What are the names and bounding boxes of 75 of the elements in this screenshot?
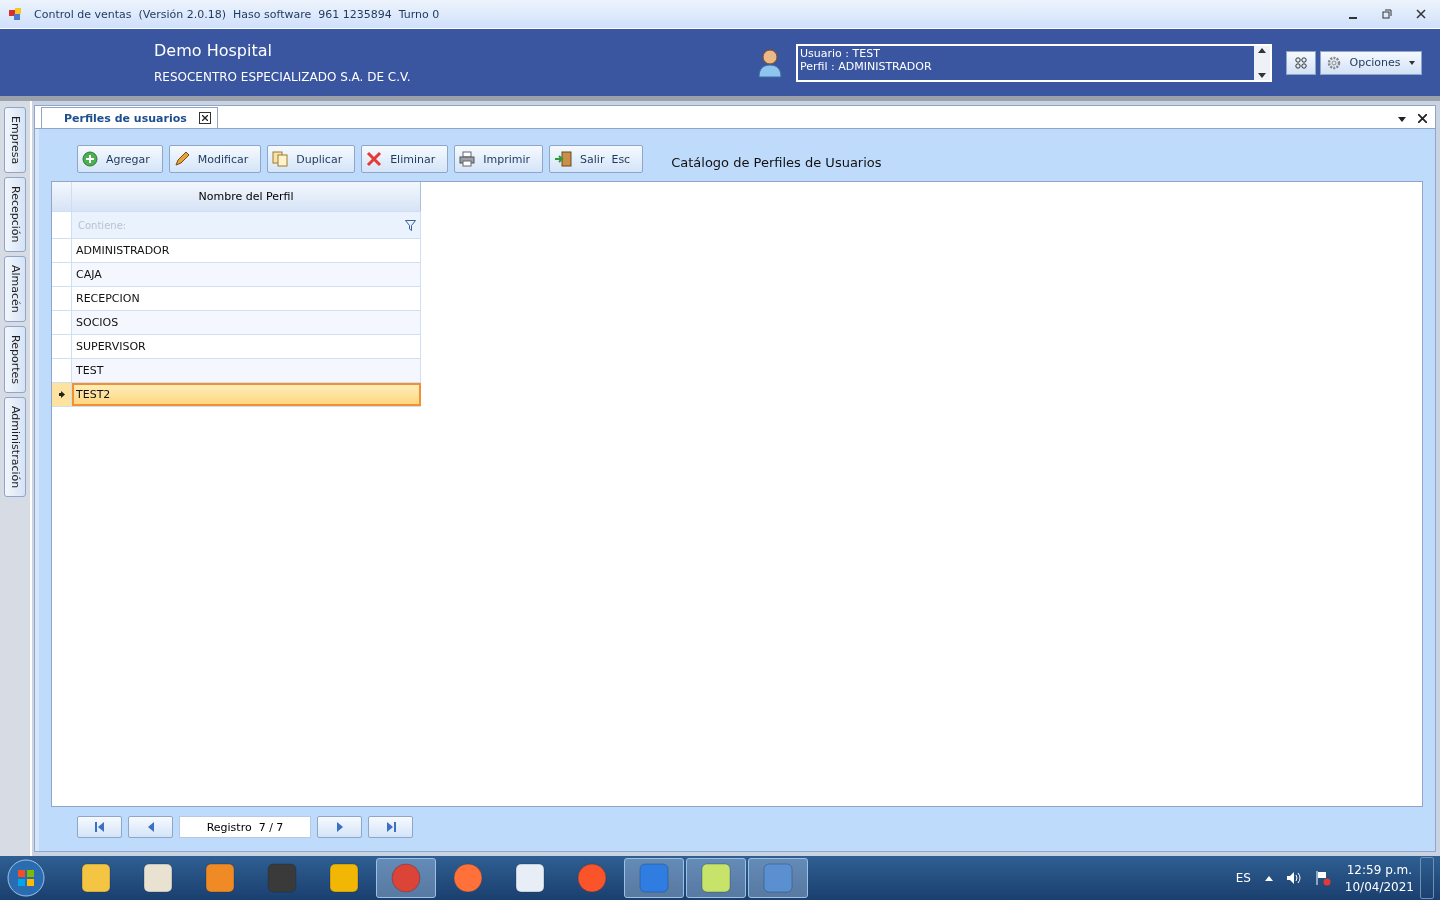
table-cell[interactable]: SOCIOS (72, 311, 421, 334)
language-indicator: ES (1235, 871, 1251, 885)
next-record-button[interactable] (317, 816, 362, 838)
toolbar-button[interactable]: Imprimir (454, 145, 544, 173)
app-icon (203, 861, 237, 895)
close-icon[interactable] (1418, 114, 1427, 123)
side-tab[interactable]: Reportes (4, 325, 26, 393)
four-dots-icon (1295, 56, 1307, 69)
caret-icon (1409, 60, 1415, 65)
plus-circle-icon (82, 151, 98, 167)
user-avatar-icon (758, 47, 782, 78)
pencil-icon (173, 151, 190, 167)
window-title: Control de ventas (Versión 2.0.18) Haso software 961 1235894 Turno 0 (34, 7, 441, 21)
app-icon (637, 861, 671, 895)
app-icon (761, 861, 795, 895)
printer-icon (459, 151, 476, 167)
close-icon (1416, 9, 1426, 19)
company-subtitle: RESOCENTRO ESPECIALIZADO S.A. DE C.V. (154, 70, 412, 84)
windows-logo-icon (6, 858, 46, 898)
show-hidden-icons-icon[interactable] (1264, 875, 1273, 881)
minimize-icon (1349, 17, 1357, 19)
toolbar-button[interactable]: Salir Esc (549, 145, 644, 173)
triangle-right-icon (335, 822, 344, 832)
row-pointer-icon (58, 391, 65, 398)
scroll-down-icon[interactable] (1258, 72, 1266, 78)
options-button[interactable]: Opciones (1320, 50, 1422, 75)
tab-label: Perfiles de usuarios (64, 111, 187, 125)
toolbar-button[interactable]: Eliminar (361, 145, 449, 173)
company-name: Demo Hospital (154, 41, 273, 60)
door-exit-icon (554, 151, 573, 167)
side-tab[interactable]: Almacén (4, 255, 26, 322)
first-record-button[interactable] (77, 816, 122, 838)
start-button[interactable] (6, 858, 46, 898)
app-icon (327, 861, 361, 895)
dropdown-arrow-icon[interactable] (1398, 117, 1406, 122)
speaker-icon[interactable] (1286, 872, 1301, 884)
clock[interactable]: 12:59 p.m. 10/04/2021 (1344, 862, 1414, 894)
side-tab[interactable]: Empresa (4, 107, 26, 174)
tab-close-button[interactable] (198, 112, 211, 124)
user-info-line: Usuario : TEST (800, 46, 881, 60)
show-desktop-button[interactable] (1420, 857, 1434, 899)
user-info-line: Perfil : ADMINISTRADOR (800, 59, 933, 73)
record-counter: Registro 7 / 7 (179, 816, 311, 838)
toolbar-button[interactable]: Modificar (168, 145, 262, 173)
app-icon (699, 861, 733, 895)
side-tab[interactable]: Recepción (4, 177, 26, 252)
app-icon (141, 861, 175, 895)
cross-icon (366, 151, 383, 167)
side-tab[interactable]: Administración (4, 396, 26, 497)
triangle-left-icon (146, 822, 155, 832)
table-cell[interactable]: CAJA (72, 263, 421, 286)
table-cell[interactable]: TEST (72, 359, 421, 382)
app-icon (513, 861, 547, 895)
scrollbar[interactable] (1254, 45, 1270, 80)
last-record-button[interactable] (368, 816, 413, 838)
app-icon (265, 861, 299, 895)
toolbar-button[interactable]: Duplicar (267, 145, 356, 173)
scroll-up-icon[interactable] (1258, 47, 1266, 53)
previous-record-button[interactable] (128, 816, 173, 838)
filter-icon (405, 219, 416, 231)
toolbar-button[interactable]: Agregar (77, 145, 163, 173)
table-cell[interactable]: TEST2 (72, 383, 421, 406)
skip-last-icon (385, 822, 396, 832)
gear-icon (1327, 55, 1341, 70)
restore-icon (1382, 9, 1392, 19)
documents-icon (272, 151, 289, 167)
document-tab[interactable]: Perfiles de usuarios (41, 107, 218, 128)
grid-button[interactable] (1286, 50, 1316, 75)
catalog-title: Catálogo de Perfiles de Usuarios (671, 154, 882, 170)
app-logo-icon (8, 7, 22, 21)
flag-icon[interactable] (1314, 870, 1331, 886)
close-icon (201, 115, 208, 121)
skip-first-icon (94, 822, 105, 832)
app-icon (79, 861, 113, 895)
column-header: Nombre del Perfil (72, 182, 421, 211)
